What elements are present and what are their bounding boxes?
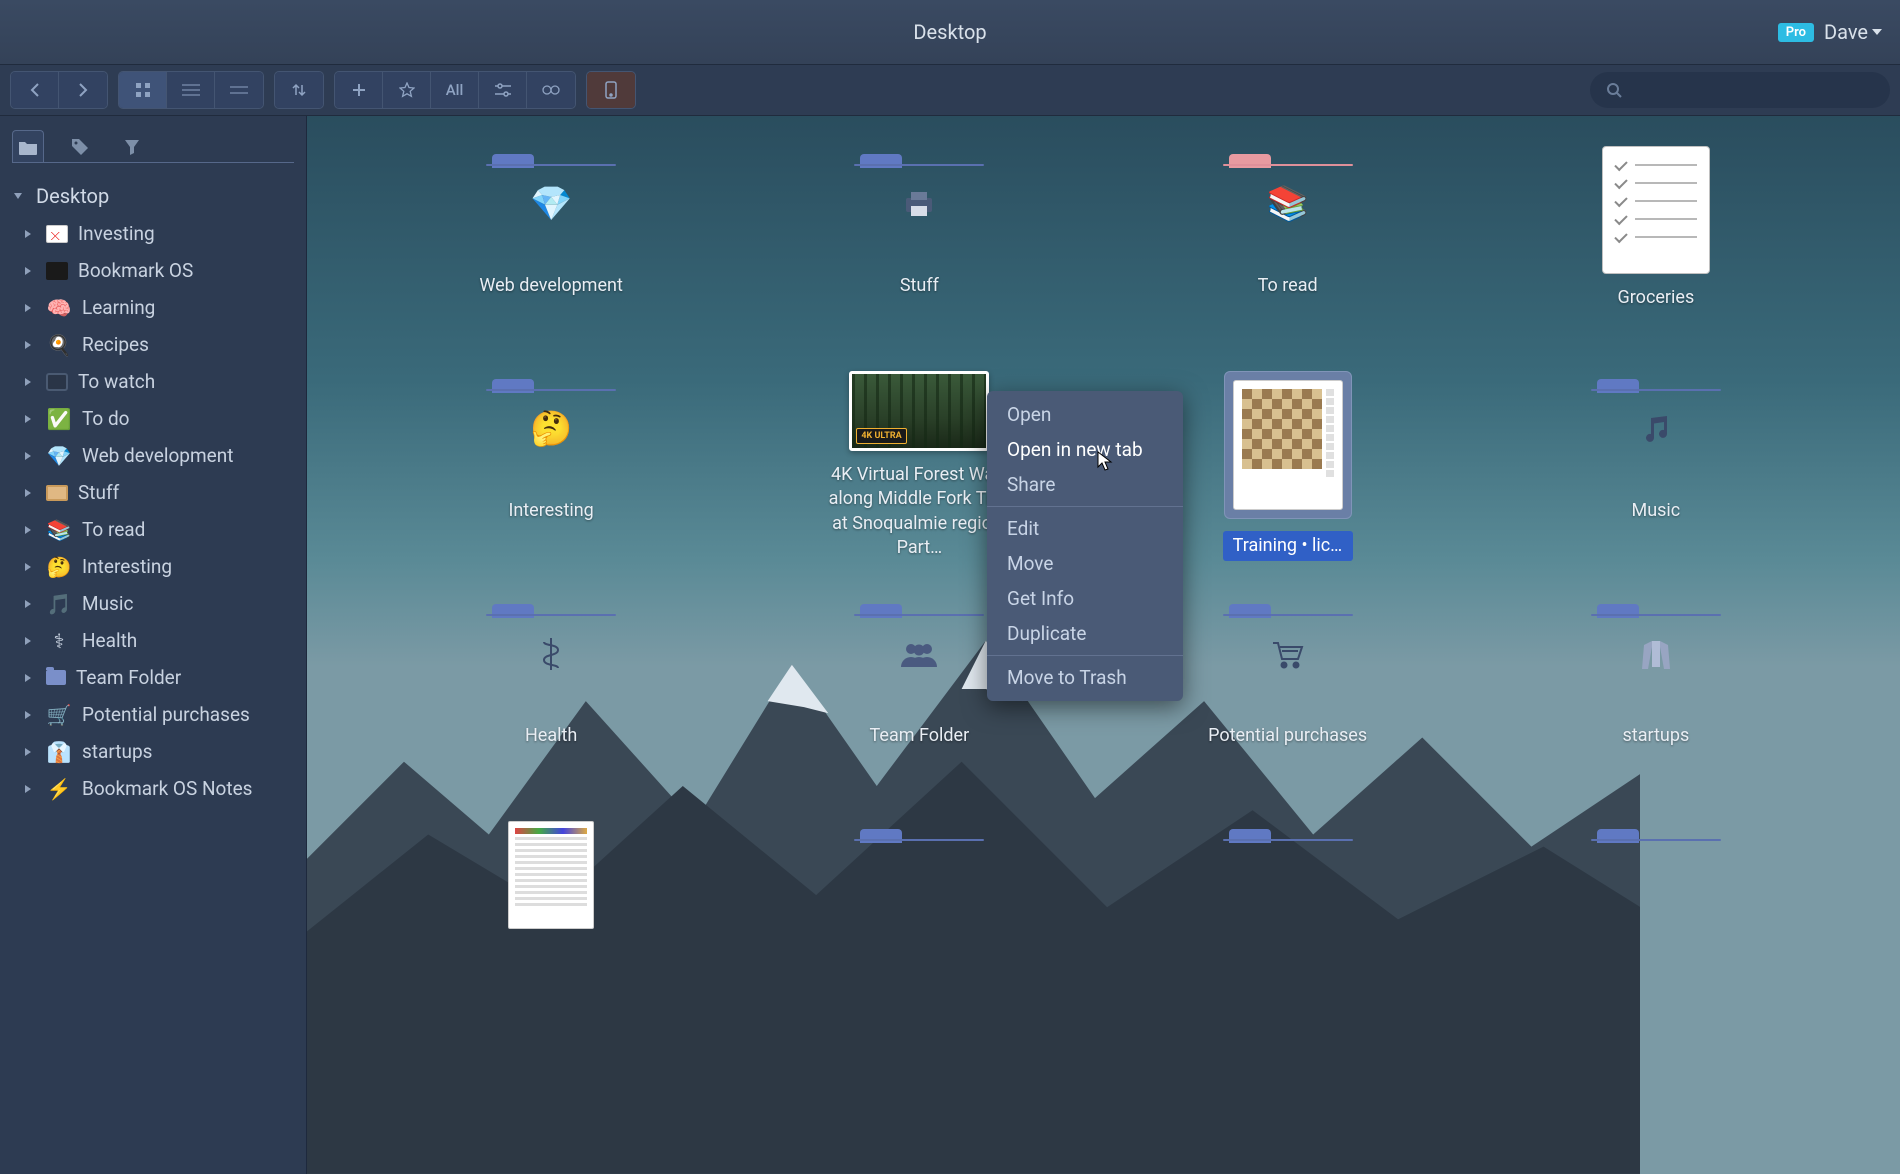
grid-item[interactable]: Health [367,596,735,821]
tree-item-label: Web development [82,444,233,467]
context-menu-item[interactable]: Get Info [987,581,1183,616]
grid-item-label: Stuff [900,274,939,298]
grid-item-label: Music [1632,499,1681,523]
context-menu-separator [987,655,1183,656]
grid-item-label: Health [525,724,577,748]
tree-item-label: Recipes [82,333,149,356]
filter-all-button[interactable]: All [431,72,479,108]
grid-item-label: Potential purchases [1208,724,1367,748]
grid-item-label: startups [1623,724,1690,748]
tree-item[interactable]: 🧠Learning [6,289,300,326]
tree-item-label: startups [82,740,152,763]
grid-item-label: Training • lich… [1223,531,1353,561]
user-name: Dave [1824,20,1868,44]
grid-item-label: To read [1258,274,1318,298]
grid-item-label: Web development [479,274,622,298]
device-button[interactable] [587,72,635,108]
tree-item-label: To do [82,407,130,430]
tree-item[interactable]: Stuff [6,474,300,511]
context-menu-separator [987,506,1183,507]
tree-item[interactable]: 💎Web development [6,437,300,474]
tree-item-label: Team Folder [76,666,181,689]
grid-item-label: Interesting [508,499,593,523]
tree-item[interactable]: To watch [6,363,300,400]
grid-item[interactable]: Groceries [1472,146,1840,371]
grid-item[interactable]: 💎Web development [367,146,735,371]
toolbar: All [0,64,1900,116]
grid-item[interactable]: startups [1472,596,1840,821]
tree-item[interactable]: 🛒Potential purchases [6,696,300,733]
grid-item[interactable] [1472,821,1840,1046]
preferences-button[interactable] [527,72,575,108]
tree-item[interactable]: 🍳Recipes [6,326,300,363]
tree-item-label: Music [82,592,133,615]
tree-item-label: To read [82,518,145,541]
grid-item[interactable]: 🤔Interesting [367,371,735,596]
tree-item-label: Potential purchases [82,703,250,726]
tree-item[interactable]: ⚡Bookmark OS Notes [6,770,300,807]
pro-badge[interactable]: Pro [1778,23,1814,42]
titlebar: Desktop Pro Dave [0,0,1900,64]
context-menu-item[interactable]: Open in new tab [987,432,1183,467]
tree-item[interactable]: Bookmark OS [6,252,300,289]
tree-item-label: Investing [78,222,155,245]
context-menu-item[interactable]: Move to Trash [987,660,1183,695]
tree-item-label: To watch [78,370,155,393]
grid-item[interactable] [1104,821,1472,1046]
context-menu-item[interactable]: Move [987,546,1183,581]
tree-item-label: Learning [82,296,155,319]
context-menu: OpenOpen in new tabShare EditMoveGet Info… [987,391,1183,701]
settings-sliders-button[interactable] [479,72,527,108]
grid-item[interactable]: Music [1472,371,1840,596]
grid-item[interactable]: 📚To read [1104,146,1472,371]
context-menu-item[interactable]: Duplicate [987,616,1183,651]
tree-root-label: Desktop [36,184,109,208]
sidebar: Desktop Investing Bookmark OS 🧠Learning🍳Rec… [0,116,307,1174]
tree-item-label: Interesting [82,555,172,578]
nav-forward-button[interactable] [59,72,107,108]
tree-item[interactable]: ⚕Health [6,622,300,659]
context-menu-item[interactable]: Open [987,397,1183,432]
grid-item[interactable] [735,821,1103,1046]
tree-item[interactable]: 🤔Interesting [6,548,300,585]
tree-item-label: Stuff [78,481,119,504]
search-input[interactable] [1590,72,1890,108]
context-menu-item[interactable]: Share [987,467,1183,502]
favorite-button[interactable] [383,72,431,108]
tree-item[interactable]: ✅To do [6,400,300,437]
grid-item[interactable] [367,821,735,1046]
search-icon [1606,82,1622,98]
nav-back-button[interactable] [11,72,59,108]
view-list-button[interactable] [167,72,215,108]
grid-item-label: Team Folder [870,724,970,748]
tree-item[interactable]: 👔startups [6,733,300,770]
sort-button[interactable] [275,72,323,108]
tree-item-label: Health [82,629,137,652]
tree-item[interactable]: 🎵Music [6,585,300,622]
sidebar-tab-folders[interactable] [12,130,44,162]
tree-item[interactable]: Investing [6,215,300,252]
context-menu-item[interactable]: Edit [987,511,1183,546]
tree-item-label: Bookmark OS [78,259,193,282]
tree-item-label: Bookmark OS Notes [82,777,252,800]
sidebar-tab-filter[interactable] [116,130,148,162]
tree-root[interactable]: Desktop [6,177,300,215]
user-menu[interactable]: Dave [1824,20,1882,44]
sidebar-tab-tags[interactable] [64,130,96,162]
view-compact-button[interactable] [215,72,263,108]
add-button[interactable] [335,72,383,108]
grid-item[interactable]: Stuff [735,146,1103,371]
page-title: Desktop [913,20,986,44]
tree-item[interactable]: Team Folder [6,659,300,696]
main-area[interactable]: 💎Web development Stuff 📚To read Groceries 🤔I… [307,116,1900,1174]
chevron-down-icon [1872,29,1882,35]
tree-item[interactable]: 📚To read [6,511,300,548]
cursor-icon [1097,451,1115,473]
grid-item-label: Groceries [1618,286,1695,310]
view-grid-button[interactable] [119,72,167,108]
folder-tree: Desktop Investing Bookmark OS 🧠Learning🍳Rec… [0,163,306,1174]
